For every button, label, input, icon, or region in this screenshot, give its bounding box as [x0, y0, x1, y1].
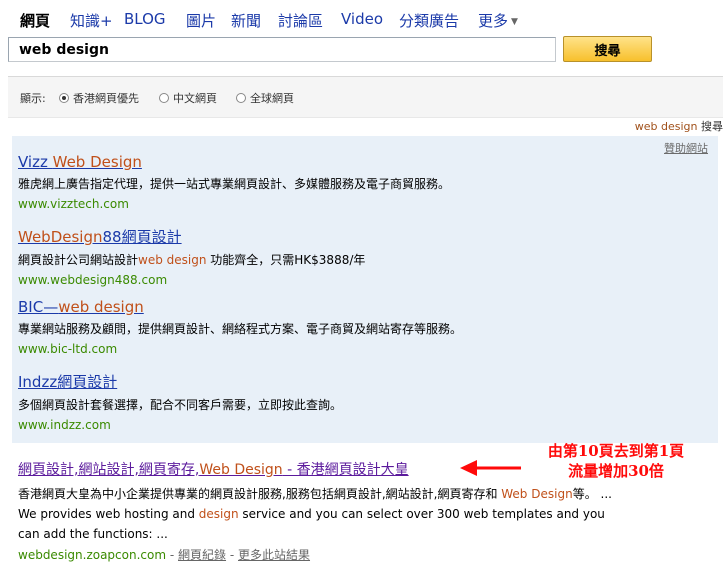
- tab-classifieds[interactable]: 分類廣告: [399, 10, 459, 31]
- ad-title-link[interactable]: BIC—web design: [18, 298, 462, 316]
- ad-description: 雅虎網上廣告指定代理，提供一站式專業網頁設計、多媒體服務及電子商貿服務。: [18, 175, 450, 192]
- ad-desc-text: 功能齊全，只需HK$3888/年: [206, 253, 366, 267]
- annotation-line: 流量增加30倍: [568, 462, 664, 480]
- tab-forum[interactable]: 討論區: [278, 10, 323, 31]
- sponsor-help-link[interactable]: 贊助網站: [664, 140, 708, 156]
- ad-title-highlight: WebDesign: [18, 228, 103, 246]
- red-arrow-icon: [460, 460, 521, 476]
- ad-desc-text: 多個網頁設計套餐選擇，配合不同客戶需要，立即按此查詢。: [18, 398, 343, 412]
- radio-label: 全球網頁: [250, 92, 294, 105]
- tab-more-label: 更多: [478, 12, 509, 30]
- radio-label: 香港網頁優先: [73, 92, 139, 105]
- tab-images[interactable]: 圖片: [186, 10, 216, 31]
- radio-hk-first[interactable]: 香港網頁優先: [59, 90, 139, 106]
- more-results-link[interactable]: 更多此站結果: [238, 548, 310, 562]
- ad-desc-text: 雅虎網上廣告指定代理，提供一站式專業網頁設計、多媒體服務及電子商貿服務。: [18, 177, 451, 191]
- ad-description: 網頁設計公司網站設計web design 功能齊全，只需HK$3888/年: [18, 251, 365, 268]
- language-filter-bar: 顯示: 香港網頁優先 中文網頁 全球網頁: [8, 76, 723, 118]
- radio-icon: [236, 93, 246, 103]
- organic-description: 香港網頁大皇為中小企業提供專業的網頁設計服務,服務包括網頁設計,網站設計,網頁寄…: [18, 484, 618, 544]
- organic-meta: webdesign.zoapcon.com - 網頁紀錄 - 更多此站結果: [18, 546, 618, 563]
- ad-result: Indzz網頁設計 多個網頁設計套餐選擇，配合不同客戶需要，立即按此查詢。 ww…: [18, 371, 342, 432]
- search-input[interactable]: [8, 37, 556, 62]
- ad-title-link[interactable]: WebDesign88網頁設計: [18, 226, 365, 247]
- radio-selected-icon: [59, 93, 69, 103]
- tab-news[interactable]: 新聞: [231, 10, 261, 31]
- ad-url: www.indzz.com: [18, 418, 111, 432]
- ad-description: 多個網頁設計套餐選擇，配合不同客戶需要，立即按此查詢。: [18, 396, 342, 413]
- ad-title-text: Vizz: [18, 153, 53, 171]
- ad-desc-highlight: web design: [138, 253, 207, 267]
- separator: -: [166, 548, 179, 562]
- ad-title-text: BIC—: [18, 298, 59, 316]
- ad-description: 專業網站服務及顧問，提供網頁設計、網絡程式方案、電子商貿及網站寄存等服務。: [18, 320, 462, 337]
- annotation-text: 由第10頁去到第1頁 流量增加30倍: [521, 441, 711, 481]
- tab-blog[interactable]: BLOG: [124, 10, 166, 28]
- ad-result: Vizz Web Design 雅虎網上廣告指定代理，提供一站式專業網頁設計、多…: [18, 153, 450, 211]
- radio-label: 中文網頁: [173, 92, 217, 105]
- chevron-down-icon: ▼: [511, 17, 518, 27]
- tab-knowledge[interactable]: 知識+: [70, 10, 113, 31]
- ad-title-link[interactable]: Vizz Web Design: [18, 153, 450, 171]
- vertical-tabs: 網頁 知識+ BLOG 圖片 新聞 討論區 Video 分類廣告 更多 ▼: [0, 0, 723, 34]
- sponsor-suffix: 搜尋: [701, 120, 723, 133]
- organic-title-text: 網頁設計,網站設計,網頁寄存,: [18, 462, 200, 478]
- organic-title-highlight: Web Design: [199, 462, 283, 478]
- sponsor-note: web design 搜尋: [635, 118, 723, 134]
- ad-title-text: Indzz網頁設計: [18, 373, 118, 391]
- ad-title-text: 88網頁設計: [102, 228, 182, 246]
- organic-url: webdesign.zoapcon.com: [18, 548, 167, 562]
- radio-chinese[interactable]: 中文網頁: [159, 90, 217, 106]
- sponsored-results: 贊助網站 Vizz Web Design 雅虎網上廣告指定代理，提供一站式專業網…: [12, 136, 718, 443]
- separator: -: [226, 548, 238, 562]
- cache-link[interactable]: 網頁紀錄: [178, 548, 226, 562]
- ad-desc-text: 專業網站服務及顧問，提供網頁設計、網絡程式方案、電子商貿及網站寄存等服務。: [18, 322, 463, 336]
- filter-label: 顯示:: [20, 92, 46, 105]
- ad-title-highlight: web design: [58, 298, 144, 316]
- organic-title-text: - 香港網頁設計大皇: [282, 462, 409, 478]
- tab-more[interactable]: 更多 ▼: [478, 10, 518, 31]
- search-button[interactable]: 搜尋: [563, 36, 652, 62]
- ad-result: BIC—web design 專業網站服務及顧問，提供網頁設計、網絡程式方案、電…: [18, 298, 462, 356]
- ad-url: www.vizztech.com: [18, 197, 129, 211]
- tab-web[interactable]: 網頁: [20, 10, 50, 31]
- ad-title-highlight: Web Design: [52, 153, 142, 171]
- ad-desc-text: 網頁設計公司網站設計: [18, 253, 139, 267]
- tab-video[interactable]: Video: [341, 10, 383, 28]
- sponsor-query: web design: [634, 120, 698, 133]
- ad-result: WebDesign88網頁設計 網頁設計公司網站設計web design 功能齊…: [18, 226, 365, 287]
- organic-desc-highlight: design: [198, 507, 239, 521]
- radio-global[interactable]: 全球網頁: [236, 90, 294, 106]
- ad-title-link[interactable]: Indzz網頁設計: [18, 371, 342, 392]
- radio-icon: [159, 93, 169, 103]
- organic-desc-highlight: Web Design: [501, 487, 573, 501]
- annotation-line: 由第10頁去到第1頁: [547, 442, 685, 460]
- organic-desc-text: 香港網頁大皇為中小企業提供專業的網頁設計服務,服務包括網頁設計,網站設計,網頁寄…: [18, 487, 502, 501]
- ad-url: www.webdesign488.com: [18, 273, 168, 287]
- ad-url: www.bic-ltd.com: [18, 342, 118, 356]
